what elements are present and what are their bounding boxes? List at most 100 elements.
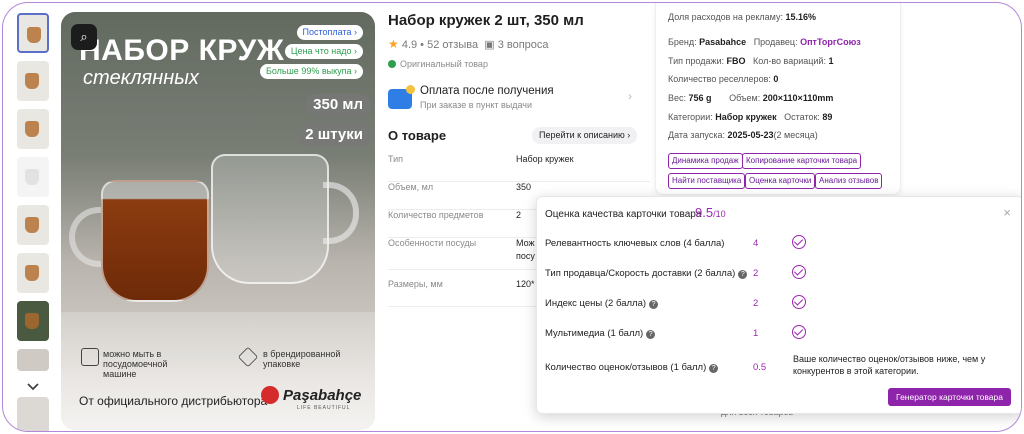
quality-score: 9.5/10	[695, 205, 726, 220]
criterion-score: 2	[753, 298, 759, 309]
score-value: 9.5	[695, 205, 714, 220]
launch-label: Дата запуска:	[668, 130, 725, 140]
spec-value: посу	[516, 251, 535, 261]
product-main-image[interactable]: НАБОР КРУЖ стеклянных ⌕ Постоплата › Цен…	[61, 12, 375, 430]
volume-value: 200×110×110mm	[762, 93, 834, 103]
thumbnail-item[interactable]	[17, 349, 49, 371]
thumbnail-item[interactable]	[17, 301, 49, 341]
criterion-label: Индекс цены (2 балла)?	[545, 298, 659, 309]
criterion-label: Релевантность ключевых слов (4 балла)	[545, 238, 724, 249]
reviews-warning: Ваше количество оценок/отзывов ниже, чем…	[793, 354, 986, 376]
spec-key: Тип	[388, 154, 404, 164]
tag-postpay[interactable]: Постоплата ›	[296, 25, 363, 40]
chevron-down-icon[interactable]	[26, 379, 40, 395]
mug-with-tea	[101, 180, 209, 302]
review-analysis-button[interactable]: Анализ отзывов	[815, 173, 883, 189]
tag-buyout[interactable]: Больше 99% выкупа ›	[259, 64, 363, 79]
card-rating-button[interactable]: Оценка карточки	[745, 173, 816, 189]
help-icon[interactable]: ?	[738, 270, 748, 279]
questions-link[interactable]: 3 вопроса	[498, 39, 549, 51]
spec-key: Количество предметов	[388, 210, 484, 220]
payment-title[interactable]: Оплата после получения	[420, 85, 554, 97]
category-value: Набор кружек	[715, 112, 777, 122]
feature-packaging: в брендированной упаковке	[263, 349, 341, 369]
criterion-label: Количество оценок/отзывов (1 балл)?	[545, 362, 719, 373]
launch-line: Дата запуска: 2025-05-23(2 месяца)	[668, 130, 818, 140]
dishwasher-icon	[81, 348, 99, 366]
tag-label: Больше 99% выкупа	[265, 66, 352, 76]
product-title: Набор кружек 2 шт, 350 мл	[388, 12, 584, 29]
spec-value: 350	[516, 182, 532, 192]
close-icon[interactable]: ×	[1003, 205, 1011, 220]
check-circle-icon	[792, 295, 806, 309]
brand-line: Бренд: Pasabahce Продавец: ОптТоргСоюз	[668, 37, 861, 47]
sale-type-line: Тип продажи: FBO Кол-во вариаций: 1	[668, 56, 833, 66]
popup-title: Оценка качества карточки товара	[545, 209, 702, 220]
reviews-link[interactable]: 52 отзыва	[427, 39, 478, 51]
spec-row: Тип Набор кружек	[388, 154, 650, 182]
score-max: /10	[713, 209, 726, 219]
empty-glass-mug	[211, 154, 329, 284]
stock-value: 89	[822, 112, 833, 122]
star-icon: ★	[388, 37, 399, 51]
brand-slogan: LIFE BEAUTIFUL	[297, 405, 351, 411]
tag-label: Постоплата	[302, 27, 352, 37]
thumbnail-item[interactable]	[17, 13, 49, 53]
thumbnail-item[interactable]	[17, 397, 49, 431]
thumbnail-item[interactable]	[17, 61, 49, 101]
criterion-label: Мультимедиа (1 балл)?	[545, 328, 656, 339]
image-title: НАБОР КРУЖ	[79, 34, 285, 67]
about-heading: О товаре	[388, 128, 447, 143]
chevron-right-icon[interactable]: ›	[628, 89, 632, 103]
seller-link[interactable]: ОптТоргСоюз	[800, 37, 861, 47]
screenshot-frame: НАБОР КРУЖ стеклянных ⌕ Постоплата › Цен…	[2, 2, 1022, 432]
launch-extra: (2 месяца)	[773, 130, 818, 140]
seller-label: Продавец:	[753, 37, 798, 47]
criterion-score: 1	[753, 328, 759, 339]
wallet-icon	[388, 85, 415, 109]
quantity-chip: 2 штуки	[297, 124, 371, 146]
ad-share-value: 15.16%	[785, 12, 817, 22]
thumbnail-item[interactable]	[17, 253, 49, 293]
feature-dishwasher: можно мыть в посудомоечной машине	[103, 349, 168, 379]
resellers-value: 0	[773, 74, 779, 84]
tag-good-price[interactable]: Цена что надо ›	[284, 44, 363, 59]
tag-label: Цена что надо	[290, 46, 352, 56]
criterion-text: Количество оценок/отзывов (1 балл)	[545, 362, 707, 373]
goto-description-label: Перейти к описанию	[539, 130, 625, 140]
spec-value: Набор кружек	[516, 154, 574, 164]
help-icon[interactable]: ?	[649, 300, 659, 309]
image-search-icon[interactable]: ⌕	[71, 24, 97, 50]
sales-dynamics-button[interactable]: Динамика продаж	[668, 153, 743, 169]
mug-handle	[323, 182, 359, 244]
category-label: Категории:	[668, 112, 713, 122]
criterion-score: 2	[753, 268, 759, 279]
check-icon	[388, 60, 396, 68]
card-generator-button[interactable]: Генератор карточки товара	[888, 388, 1011, 406]
distributor-text: От официального дистрибьютора	[79, 394, 268, 408]
find-supplier-button[interactable]: Найти поставщика	[668, 173, 746, 189]
goto-description-button[interactable]: Перейти к описанию ›	[532, 127, 638, 144]
spec-key: Объем, мл	[388, 182, 434, 192]
brand-label: Бренд:	[668, 37, 697, 47]
thumbnail-item[interactable]	[17, 109, 49, 149]
launch-value: 2025-05-23	[727, 130, 774, 140]
copy-card-button[interactable]: Копирование карточки товара	[742, 153, 862, 169]
check-circle-icon	[792, 265, 806, 279]
criterion-score: 0.5	[753, 362, 767, 373]
variations-value: 1	[828, 56, 834, 66]
check-circle-icon	[792, 325, 806, 339]
criterion-text: Индекс цены (2 балла)	[545, 298, 647, 309]
brand-name: Paşabahçe	[283, 387, 362, 404]
volume-label: Объем:	[729, 93, 761, 103]
spec-value: 120*	[516, 279, 535, 289]
weight-label: Вес:	[668, 93, 687, 103]
help-icon[interactable]: ?	[709, 364, 719, 373]
spec-key: Размеры, мм	[388, 279, 443, 289]
weight-line: Вес: 756 g Объем: 200×110×110mm	[668, 93, 833, 103]
help-icon[interactable]: ?	[646, 330, 656, 339]
thumbnail-item[interactable]	[17, 205, 49, 245]
original-badge: Оригинальный товар	[388, 59, 488, 69]
stock-label: Остаток:	[784, 112, 820, 122]
thumbnail-item[interactable]	[17, 157, 49, 197]
